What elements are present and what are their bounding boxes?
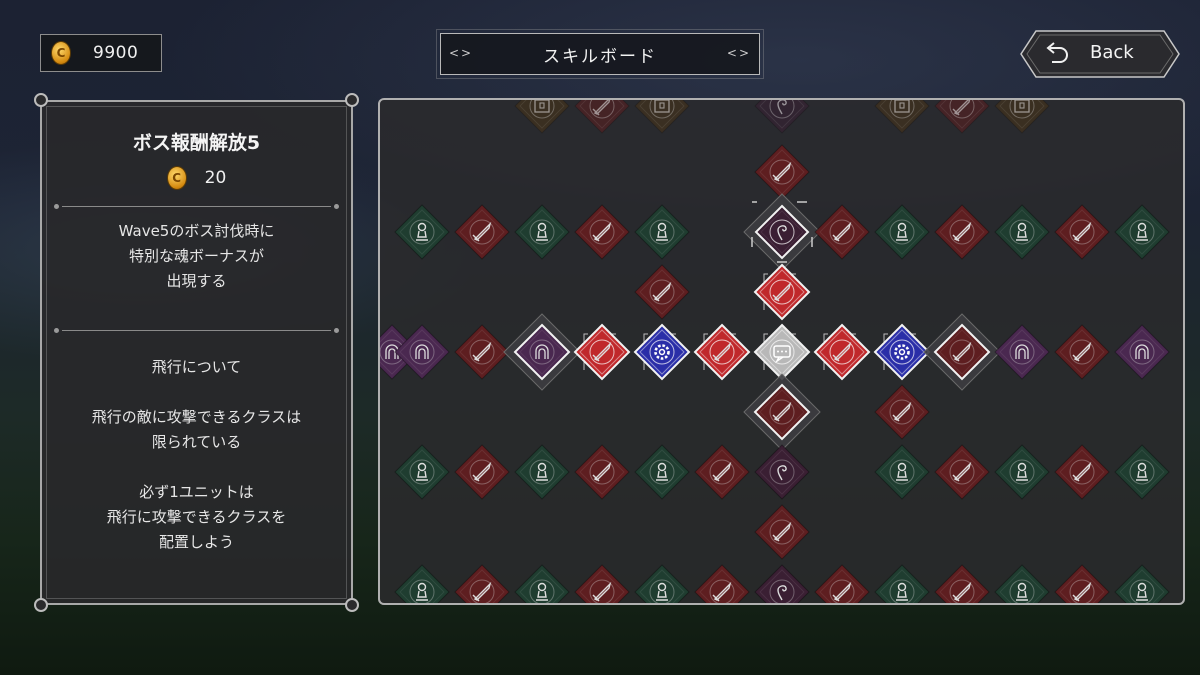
skill-node-pawn[interactable] <box>874 204 930 260</box>
skill-node-pawn[interactable] <box>874 444 930 500</box>
skill-node-sword[interactable] <box>634 264 690 320</box>
skill-board-canvas <box>380 100 1170 605</box>
skill-node-sword[interactable] <box>574 204 630 260</box>
skill-node-gear[interactable] <box>633 323 691 381</box>
skill-node-sword[interactable] <box>874 384 930 440</box>
skill-node-sword[interactable] <box>753 263 811 321</box>
coin-icon: C <box>166 166 187 190</box>
skill-node-soul[interactable] <box>754 564 810 605</box>
skill-node-pawn[interactable] <box>394 204 450 260</box>
skill-node-sword[interactable] <box>934 564 990 605</box>
coin-letter: C <box>56 46 66 60</box>
skill-node-sword[interactable] <box>934 100 990 134</box>
skill-node-pawn[interactable] <box>394 564 450 605</box>
skill-node-chest[interactable] <box>634 100 690 134</box>
skill-node-sword[interactable] <box>574 100 630 134</box>
back-button-label: Back <box>1090 42 1134 63</box>
panel-corner-ornament <box>34 93 48 107</box>
skill-node-chest[interactable] <box>994 100 1050 134</box>
back-arrow-icon <box>1046 42 1068 63</box>
skill-node-sword[interactable] <box>574 444 630 500</box>
panel-corner-ornament <box>345 93 359 107</box>
skill-node-sword[interactable] <box>814 564 870 605</box>
skill-node-soul[interactable] <box>754 100 810 134</box>
skill-node-sword[interactable] <box>1054 204 1110 260</box>
skill-detail-panel: ボス報酬解放5 C 20 Wave5のボス討伐時に 特別な魂ボーナスが 出現する… <box>40 100 353 605</box>
screen-title-plate: <> スキルボード <> <box>436 29 764 79</box>
skill-node-sword[interactable] <box>743 373 821 451</box>
skill-node-pawn[interactable] <box>994 564 1050 605</box>
divider <box>54 202 339 212</box>
hint-text: 飛行について 飛行の敵に攻撃できるクラスは 限られている 必ず1ユニットは 飛行… <box>91 358 302 551</box>
skill-node-pawn[interactable] <box>1114 444 1170 500</box>
skill-node-aura[interactable] <box>1114 324 1170 380</box>
skill-node-sword[interactable] <box>694 444 750 500</box>
skill-node-sword[interactable] <box>754 504 810 560</box>
skill-node-pawn[interactable] <box>394 444 450 500</box>
skill-board[interactable] <box>378 98 1185 605</box>
currency-display: C 9900 <box>40 34 162 72</box>
skill-node-pawn[interactable] <box>1114 204 1170 260</box>
skill-node-sword[interactable] <box>934 444 990 500</box>
back-button[interactable]: Back <box>1020 30 1180 78</box>
skill-cost: 20 <box>204 168 227 188</box>
skill-node-sword[interactable] <box>1054 444 1110 500</box>
skill-node-sword[interactable] <box>1054 564 1110 605</box>
skill-node-sword[interactable] <box>693 323 751 381</box>
skill-node-sword[interactable] <box>454 324 510 380</box>
skill-node-sword[interactable] <box>814 204 870 260</box>
panel-corner-ornament <box>34 598 48 612</box>
panel-corner-ornament <box>345 598 359 612</box>
screen-title: スキルボード <box>543 46 657 67</box>
skill-node-aura[interactable] <box>994 324 1050 380</box>
skill-node-pawn[interactable] <box>514 564 570 605</box>
skill-node-pawn[interactable] <box>514 204 570 260</box>
skill-node-chest[interactable] <box>874 100 930 134</box>
skill-node-sword[interactable] <box>454 444 510 500</box>
skill-node-sword[interactable] <box>454 204 510 260</box>
skill-description: Wave5のボス討伐時に 特別な魂ボーナスが 出現する <box>118 222 275 290</box>
skill-name: ボス報酬解放5 <box>132 132 261 154</box>
skill-node-chat[interactable] <box>753 323 811 381</box>
skill-node-soul[interactable] <box>743 193 821 271</box>
skill-node-sword[interactable] <box>454 564 510 605</box>
skill-node-pawn[interactable] <box>1114 564 1170 605</box>
skill-node-pawn[interactable] <box>994 444 1050 500</box>
skill-node-pawn[interactable] <box>874 564 930 605</box>
skill-node-sword[interactable] <box>934 204 990 260</box>
skill-node-sword[interactable] <box>694 564 750 605</box>
skill-node-sword[interactable] <box>1054 324 1110 380</box>
skill-node-sword[interactable] <box>754 144 810 200</box>
coin-letter: C <box>172 171 182 185</box>
ornament-right-icon: <> <box>726 46 751 60</box>
skill-node-pawn[interactable] <box>634 564 690 605</box>
skill-cost-row: C 20 <box>42 166 351 190</box>
skill-node-aura[interactable] <box>394 324 450 380</box>
skill-node-sword[interactable] <box>813 323 871 381</box>
skill-node-chest[interactable] <box>514 100 570 134</box>
skill-node-sword[interactable] <box>923 313 1001 391</box>
skill-node-sword[interactable] <box>573 323 631 381</box>
ornament-left-icon: <> <box>449 46 474 60</box>
skill-node-pawn[interactable] <box>634 204 690 260</box>
skill-node-pawn[interactable] <box>634 444 690 500</box>
currency-amount: 9900 <box>93 43 139 63</box>
skill-node-aura[interactable] <box>503 313 581 391</box>
skill-node-sword[interactable] <box>574 564 630 605</box>
skill-node-soul[interactable] <box>754 444 810 500</box>
coin-icon: C <box>51 41 71 65</box>
skill-node-pawn[interactable] <box>514 444 570 500</box>
skill-node-pawn[interactable] <box>994 204 1050 260</box>
skill-node-gear[interactable] <box>873 323 931 381</box>
divider <box>54 326 339 336</box>
